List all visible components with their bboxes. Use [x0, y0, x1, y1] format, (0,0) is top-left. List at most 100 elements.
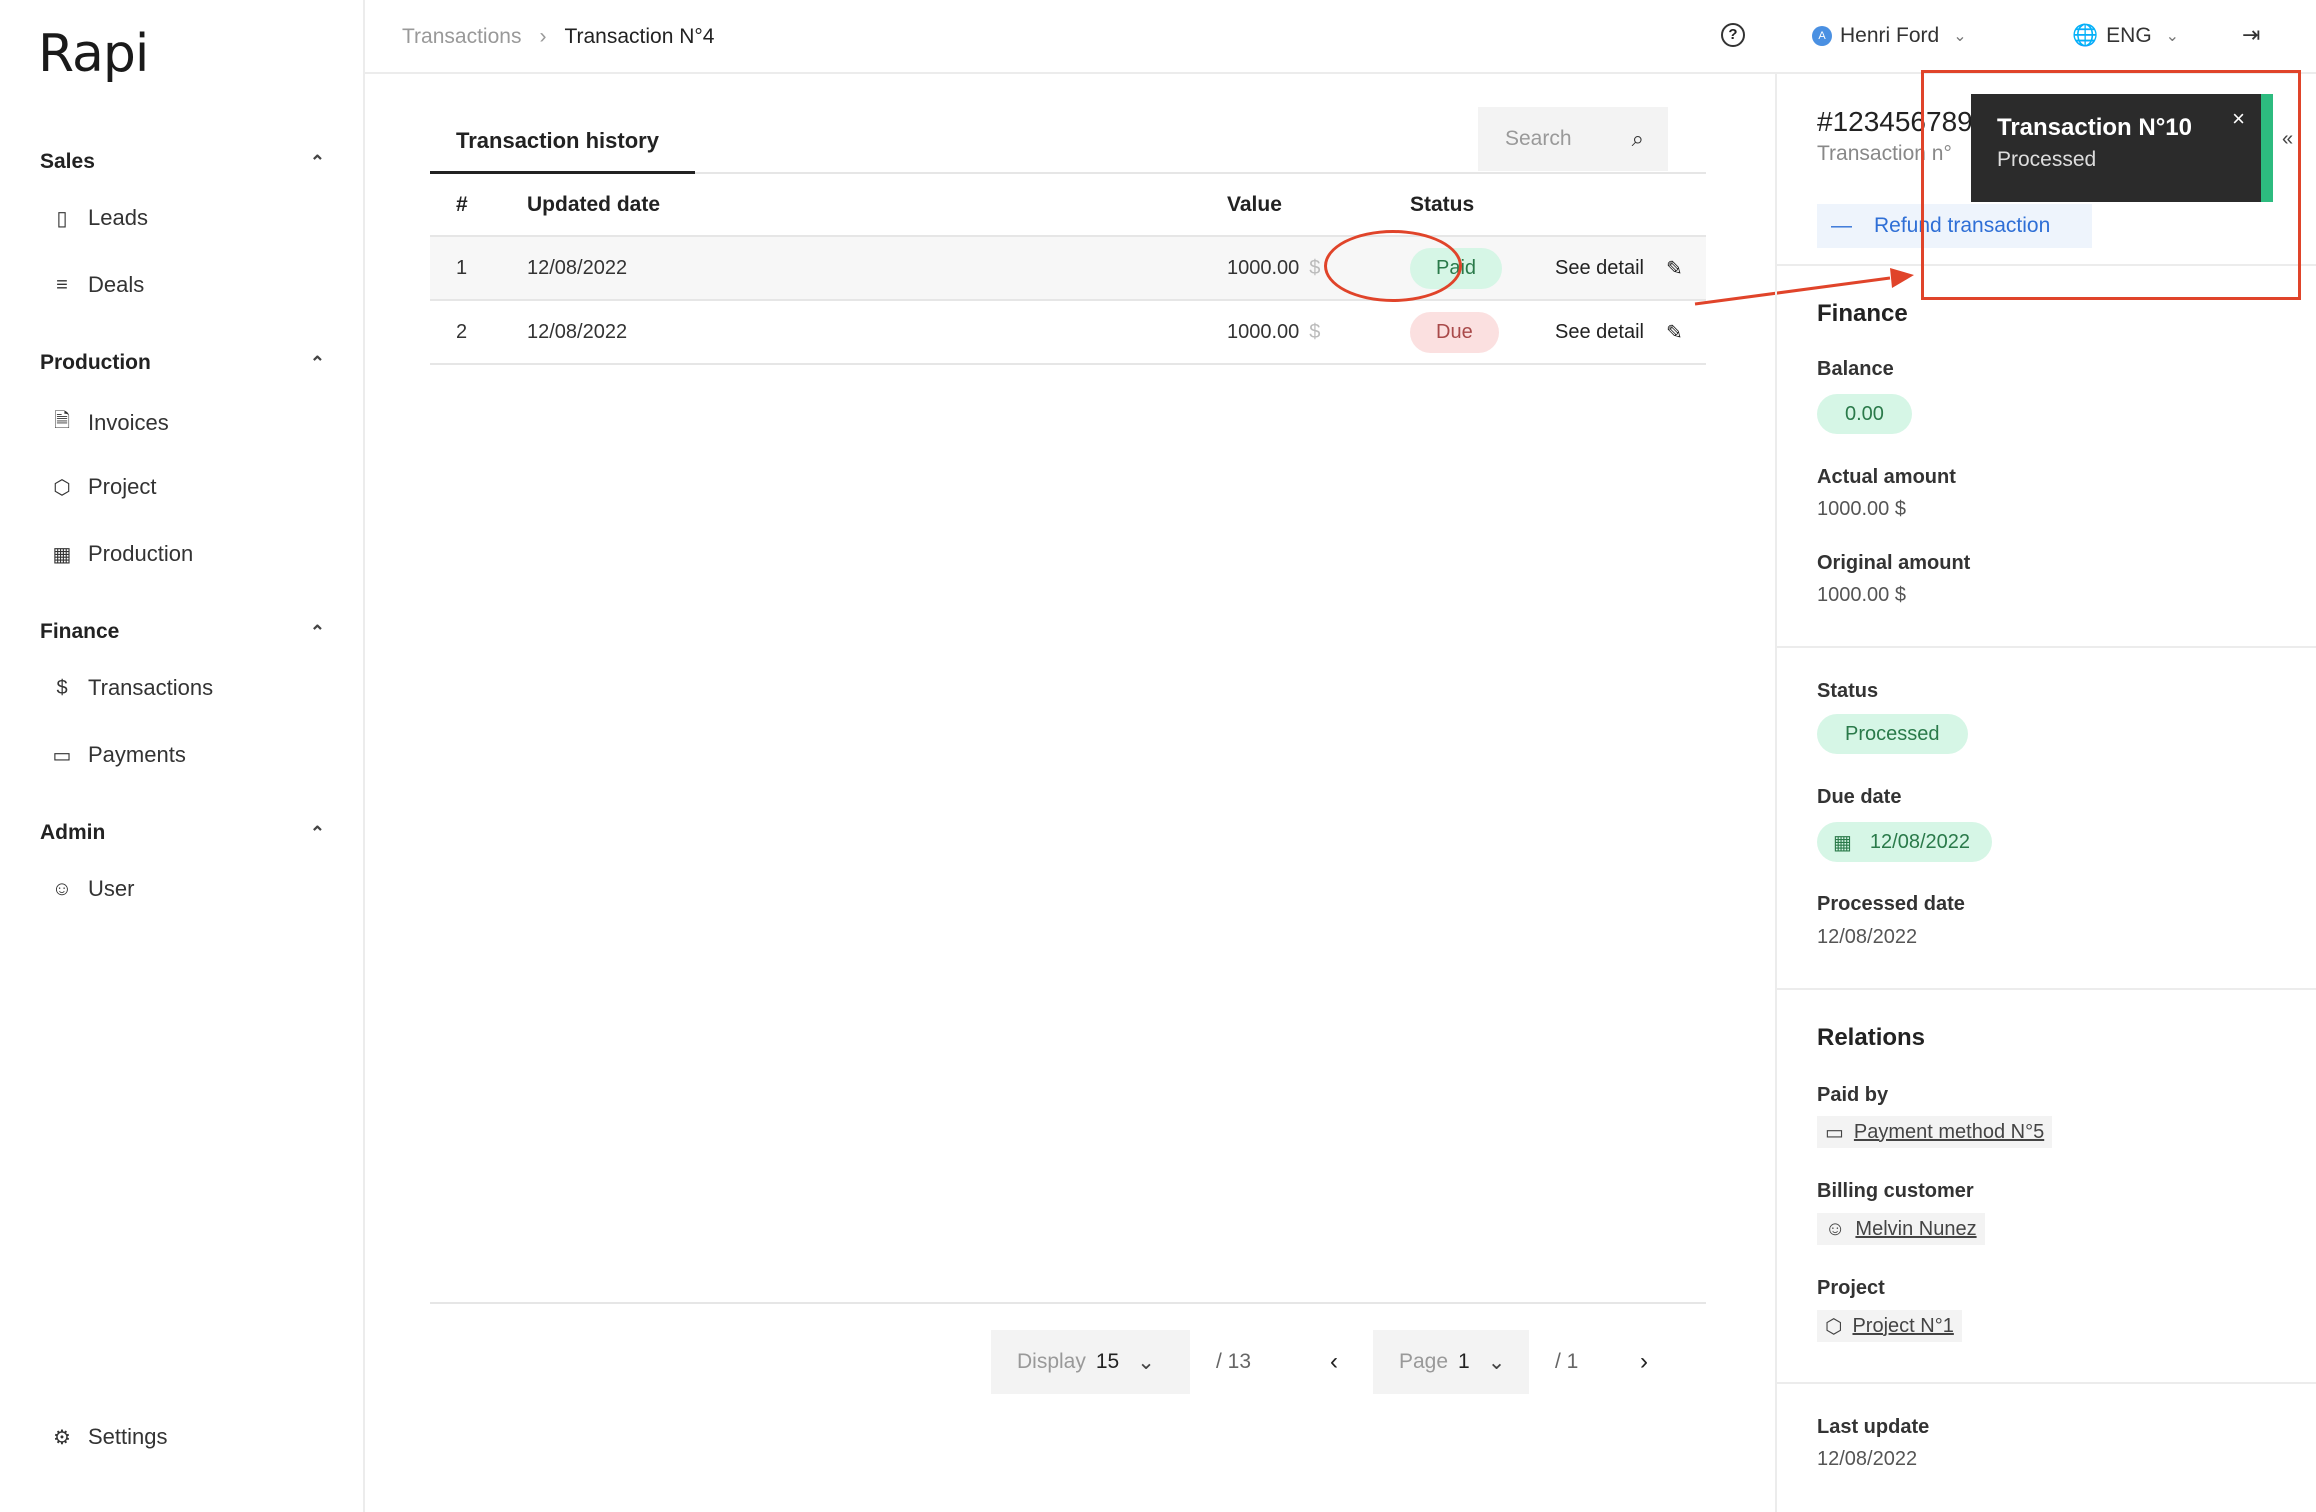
- book-icon: ▯: [56, 207, 68, 230]
- sidebar-item-label: Invoices: [88, 410, 169, 435]
- row-number: 2: [430, 300, 527, 365]
- chevron-right-icon: ›: [539, 25, 547, 48]
- search-icon[interactable]: ⌕: [1632, 126, 1644, 152]
- sidebar-item-payments[interactable]: ▭ Payments: [50, 742, 186, 768]
- box-icon: ⬡: [53, 476, 71, 499]
- edit-icon[interactable]: ✎: [1666, 320, 1683, 345]
- paid-by-value: Payment method N°5: [1853, 1120, 2045, 1143]
- value-amount: 1000.00: [1227, 256, 1300, 279]
- column-header-updated-date[interactable]: Updated date: [527, 174, 1227, 237]
- prev-page-icon[interactable]: ‹: [1330, 1348, 1338, 1376]
- sidebar-item-label: User: [88, 876, 135, 901]
- breadcrumb: Transactions › Transaction N°4: [402, 25, 714, 49]
- see-detail-link[interactable]: See detail: [1555, 257, 1644, 280]
- chevron-up-icon: ⌃: [309, 151, 325, 172]
- section-sales-header[interactable]: Sales ⌃: [40, 150, 325, 174]
- billing-customer-link[interactable]: ☺ Melvin Nunez: [1817, 1213, 1985, 1245]
- table-row[interactable]: 2 12/08/2022 1000.00 $ Due See detail ✎: [430, 300, 1706, 365]
- relations-title: Relations: [1817, 1024, 1926, 1051]
- help-icon[interactable]: ?: [1721, 23, 1745, 47]
- finance-title: Finance: [1817, 300, 1908, 327]
- transactions-table: # Updated date Value Status 1 12/08/2022…: [430, 174, 1706, 365]
- original-amount-value: 1000.00 $: [1817, 584, 1906, 606]
- app-root: Rapi Sales ⌃ ▯ Leads ≡ Deals Production …: [0, 0, 2316, 1512]
- search-input[interactable]: Search ⌕: [1478, 107, 1668, 171]
- row-actions: See detail ✎: [1555, 236, 1706, 301]
- column-header-actions: [1555, 174, 1706, 237]
- currency-symbol: $: [1309, 320, 1321, 343]
- sidebar-item-transactions[interactable]: $ Transactions: [50, 675, 213, 701]
- sidebar-item-project[interactable]: ⬡ Project: [50, 474, 156, 500]
- page-total: / 1: [1555, 1350, 1579, 1373]
- minus-icon: —: [1831, 214, 1852, 237]
- table-row[interactable]: 1 12/08/2022 1000.00 $ Paid See detail ✎: [430, 236, 1706, 301]
- table-header-row: # Updated date Value Status: [430, 174, 1706, 237]
- section-title: Sales: [40, 150, 95, 173]
- column-header-status[interactable]: Status: [1410, 174, 1555, 237]
- chevron-up-icon: ⌃: [309, 352, 325, 373]
- sidebar-item-settings[interactable]: ⚙ Settings: [50, 1424, 167, 1450]
- sidebar-item-deals[interactable]: ≡ Deals: [50, 272, 144, 298]
- breadcrumb-current: Transaction N°4: [564, 25, 715, 48]
- page-label: Page: [1399, 1350, 1449, 1373]
- sidebar-item-user[interactable]: ☺ User: [50, 876, 135, 902]
- annotation-circle: [1324, 230, 1462, 302]
- sidebar: Rapi Sales ⌃ ▯ Leads ≡ Deals Production …: [0, 0, 365, 1512]
- logo[interactable]: Rapi: [38, 24, 149, 84]
- calendar-icon: ▦: [1833, 831, 1852, 854]
- processed-date-value: 12/08/2022: [1817, 926, 1918, 948]
- gear-icon: ⚙: [53, 1426, 71, 1449]
- section-production-header[interactable]: Production ⌃: [40, 351, 325, 375]
- top-bar: Transactions › Transaction N°4 ? A Henri…: [365, 0, 2316, 74]
- project-link[interactable]: ⬡ Project N°1: [1817, 1310, 1962, 1342]
- search-placeholder: Search: [1505, 127, 1572, 150]
- globe-icon: 🌐: [2072, 24, 2099, 47]
- display-value: 15: [1095, 1350, 1120, 1373]
- logout-icon[interactable]: ⇥: [2242, 22, 2260, 48]
- language-label: ENG: [2106, 24, 2152, 47]
- value-amount: 1000.00: [1227, 320, 1300, 343]
- pagination-divider: [430, 1302, 1706, 1304]
- billing-customer-value: Melvin Nunez: [1855, 1217, 1977, 1240]
- paid-by-link[interactable]: ▭ Payment method N°5: [1817, 1116, 2053, 1148]
- divider: [1777, 1382, 2316, 1384]
- last-update-label: Last update: [1817, 1416, 1930, 1438]
- due-date-value: 12/08/2022: [1869, 830, 1971, 853]
- breadcrumb-parent[interactable]: Transactions: [402, 25, 521, 49]
- section-title: Production: [40, 351, 151, 374]
- edit-icon[interactable]: ✎: [1666, 256, 1683, 281]
- column-header-number[interactable]: #: [430, 174, 527, 237]
- due-date-label: Due date: [1817, 786, 1902, 808]
- chevron-up-icon: ⌃: [309, 822, 325, 843]
- section-title: Admin: [40, 821, 106, 844]
- section-admin-header[interactable]: Admin ⌃: [40, 821, 325, 845]
- sidebar-item-leads[interactable]: ▯ Leads: [50, 205, 147, 231]
- total-count: / 13: [1216, 1350, 1252, 1373]
- section-finance-header[interactable]: Finance ⌃: [40, 620, 325, 644]
- actual-amount-value: 1000.00 $: [1817, 498, 1906, 520]
- row-status: Due: [1410, 300, 1555, 365]
- sidebar-item-production[interactable]: ▦ Production: [50, 541, 194, 567]
- balance-label: Balance: [1817, 358, 1894, 380]
- section-title: Finance: [40, 620, 120, 643]
- column-header-value[interactable]: Value: [1227, 174, 1410, 237]
- user-icon: ☺: [51, 877, 73, 900]
- paid-by-label: Paid by: [1817, 1084, 1889, 1106]
- chevron-up-icon: ⌃: [309, 621, 325, 642]
- divider: [1777, 646, 2316, 648]
- page-select[interactable]: Page 1 ⌄: [1373, 1330, 1529, 1394]
- language-selector[interactable]: 🌐 ENG ⌄: [2072, 24, 2179, 48]
- next-page-icon[interactable]: ›: [1640, 1348, 1648, 1376]
- card-icon: ▭: [1825, 1121, 1844, 1144]
- display-count-select[interactable]: Display 15 ⌄: [991, 1330, 1190, 1394]
- sidebar-item-label: Payments: [88, 742, 186, 767]
- user-menu[interactable]: A Henri Ford ⌄: [1812, 24, 1967, 48]
- project-value: Project N°1: [1852, 1314, 1954, 1337]
- processed-date-label: Processed date: [1817, 893, 1965, 915]
- actual-amount-label: Actual amount: [1817, 466, 1956, 488]
- divider: [1777, 988, 2316, 990]
- row-value: 1000.00 $: [1227, 300, 1410, 365]
- tab-transaction-history[interactable]: Transaction history: [430, 118, 695, 174]
- see-detail-link[interactable]: See detail: [1555, 321, 1644, 344]
- sidebar-item-invoices[interactable]: 🗎 Invoices: [50, 406, 169, 440]
